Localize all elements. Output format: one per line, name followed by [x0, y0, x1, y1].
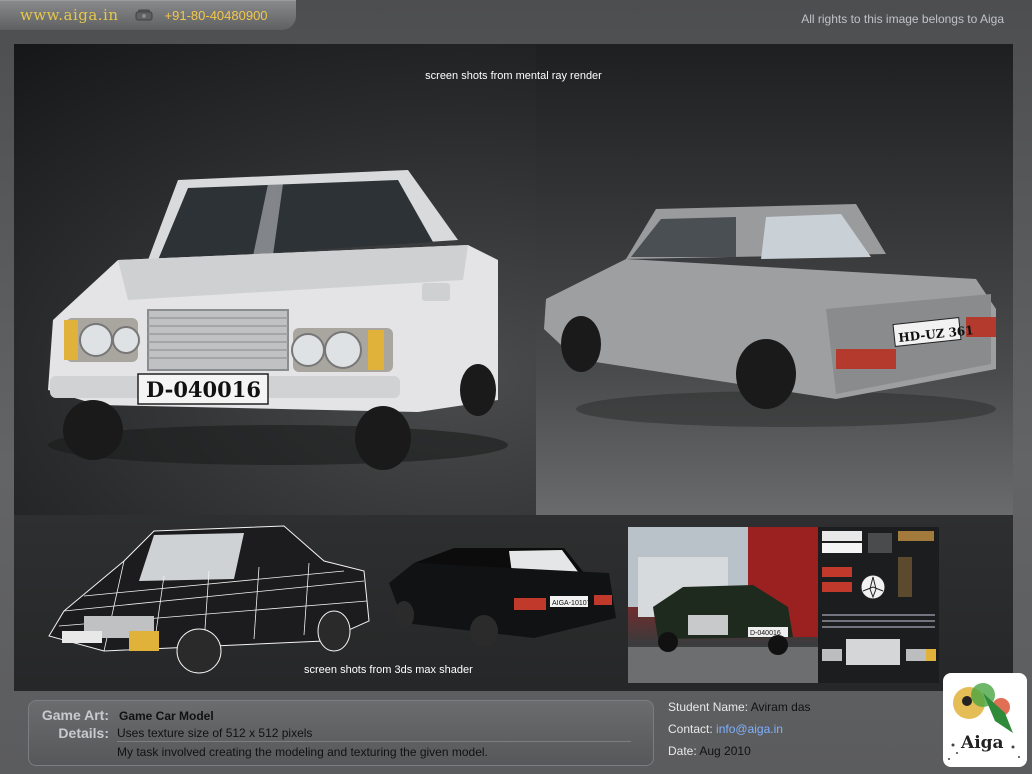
contact-label: Contact: [668, 722, 713, 736]
front-car-image: D-040016 [48, 170, 508, 470]
details-label: Details: [58, 725, 109, 741]
game-art-label: Game Art: [41, 707, 109, 723]
shader-caption: screen shots from 3ds max shader [304, 664, 473, 676]
details-line-2: My task involved creating the modeling a… [117, 745, 488, 759]
rights-notice: All rights to this image belongs to Aiga [801, 12, 1004, 26]
front-license-plate: D-040016 [146, 377, 261, 402]
black-car-plate: AIGA-101070 [552, 600, 595, 607]
date-value: Aug 2010 [699, 744, 751, 758]
date-label: Date: [668, 744, 697, 758]
page-frame: www.aiga.in +91-80-40480900 All rights t… [0, 0, 1032, 774]
student-name-label: Student Name: [668, 700, 749, 714]
header-tab: www.aiga.in +91-80-40480900 [0, 0, 296, 30]
render-caption: screen shots from mental ray render [425, 70, 602, 82]
texture-sheet [818, 527, 939, 683]
game-art-value: Game Car Model [119, 709, 214, 723]
info-box: Game Art: Game Car Model Details: Uses t… [28, 700, 654, 766]
contact-email-link[interactable]: info@aiga.in [716, 722, 783, 736]
black-car-image: AIGA-101070 [389, 548, 616, 647]
render-panel: D-040016 HD-UZ 361 screen shots from men… [14, 44, 1013, 515]
details-line-1: Uses texture size of 512 x 512 pixels [117, 726, 313, 740]
phone-number: +91-80-40480900 [164, 7, 268, 23]
wireframe-car-image [48, 525, 370, 674]
student-name-row: Student Name: Aviram das [668, 700, 811, 714]
contact-row: Contact: info@aiga.in [668, 722, 783, 736]
aiga-logo[interactable]: Aiga [943, 673, 1027, 767]
reference-photo: D-040016 [628, 527, 818, 683]
student-name-value: Aviram das [750, 700, 811, 714]
details-divider [117, 741, 631, 742]
site-link[interactable]: www.aiga.in [20, 6, 119, 24]
phone-icon [135, 9, 153, 21]
shader-strip: AIGA-101070 D-040016 screen shots from 3… [14, 515, 1013, 691]
date-row: Date: Aug 2010 [668, 744, 751, 758]
rear-car-image: HD-UZ 361 [544, 204, 996, 427]
aiga-logo-text: Aiga [961, 733, 1004, 753]
student-info: Student Name: Aviram das Contact: info@a… [656, 692, 926, 772]
